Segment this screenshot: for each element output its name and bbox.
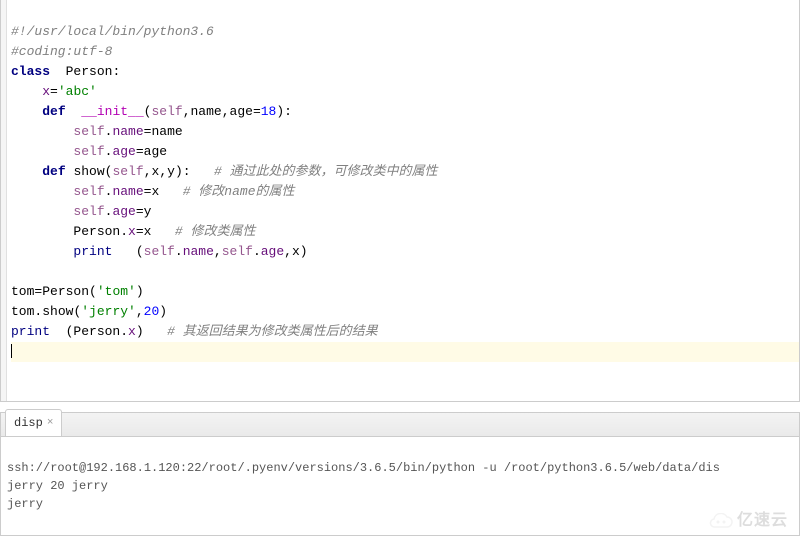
console-out-line-1: jerry 20 jerry [7, 479, 108, 493]
shebang-comment: #!/usr/local/bin/python3.6 [11, 24, 214, 39]
comment-clsattr: # 修改类属性 [175, 224, 256, 239]
cls-person: Person [73, 224, 120, 239]
tab-disp[interactable]: disp × [5, 409, 62, 436]
kw-class: class [11, 64, 50, 79]
watermark: 亿速云 [707, 511, 788, 531]
str-abc: 'abc' [58, 84, 97, 99]
code-area[interactable]: #!/usr/local/bin/python3.6 #coding:utf-8… [1, 0, 799, 404]
coding-comment: #coding:utf-8 [11, 44, 112, 59]
console-ssh-line: ssh://root@192.168.1.120:22/root/.pyenv/… [7, 461, 720, 475]
gutter [1, 0, 7, 401]
console-output[interactable]: ssh://root@192.168.1.120:22/root/.pyenv/… [1, 437, 799, 535]
self: self [73, 144, 104, 159]
console-out-line-2: jerry [7, 497, 43, 511]
self: self [73, 124, 104, 139]
builtin-print: print [73, 244, 112, 259]
comment-params: # 通过此处的参数，可修改类中的属性 [214, 164, 438, 179]
code-editor[interactable]: #!/usr/local/bin/python3.6 #coding:utf-8… [0, 0, 800, 402]
tab-label: disp [14, 413, 43, 433]
builtin-print: print [11, 324, 50, 339]
fn-init: __init__ [81, 104, 143, 119]
comment-result: # 其返回结果为修改类属性后的结果 [167, 324, 378, 339]
watermark-text: 亿速云 [737, 511, 788, 531]
caret [11, 344, 12, 358]
console-panel: disp × ssh://root@192.168.1.120:22/root/… [0, 412, 800, 536]
console-tabbar: disp × [1, 413, 799, 437]
kw-def: def [42, 104, 65, 119]
comment-modname: # 修改name的属性 [183, 184, 295, 199]
var-tom: tom [11, 284, 34, 299]
class-name: Person [66, 64, 113, 79]
current-line[interactable] [11, 342, 799, 362]
colon: : [112, 64, 120, 79]
eq: = [50, 84, 58, 99]
default-18: 18 [261, 104, 277, 119]
self: self [151, 104, 182, 119]
close-icon[interactable]: × [47, 413, 54, 433]
fn-show: show [73, 164, 104, 179]
cloud-icon [707, 513, 733, 529]
clsattr-x: x [42, 84, 50, 99]
kw-def: def [42, 164, 65, 179]
